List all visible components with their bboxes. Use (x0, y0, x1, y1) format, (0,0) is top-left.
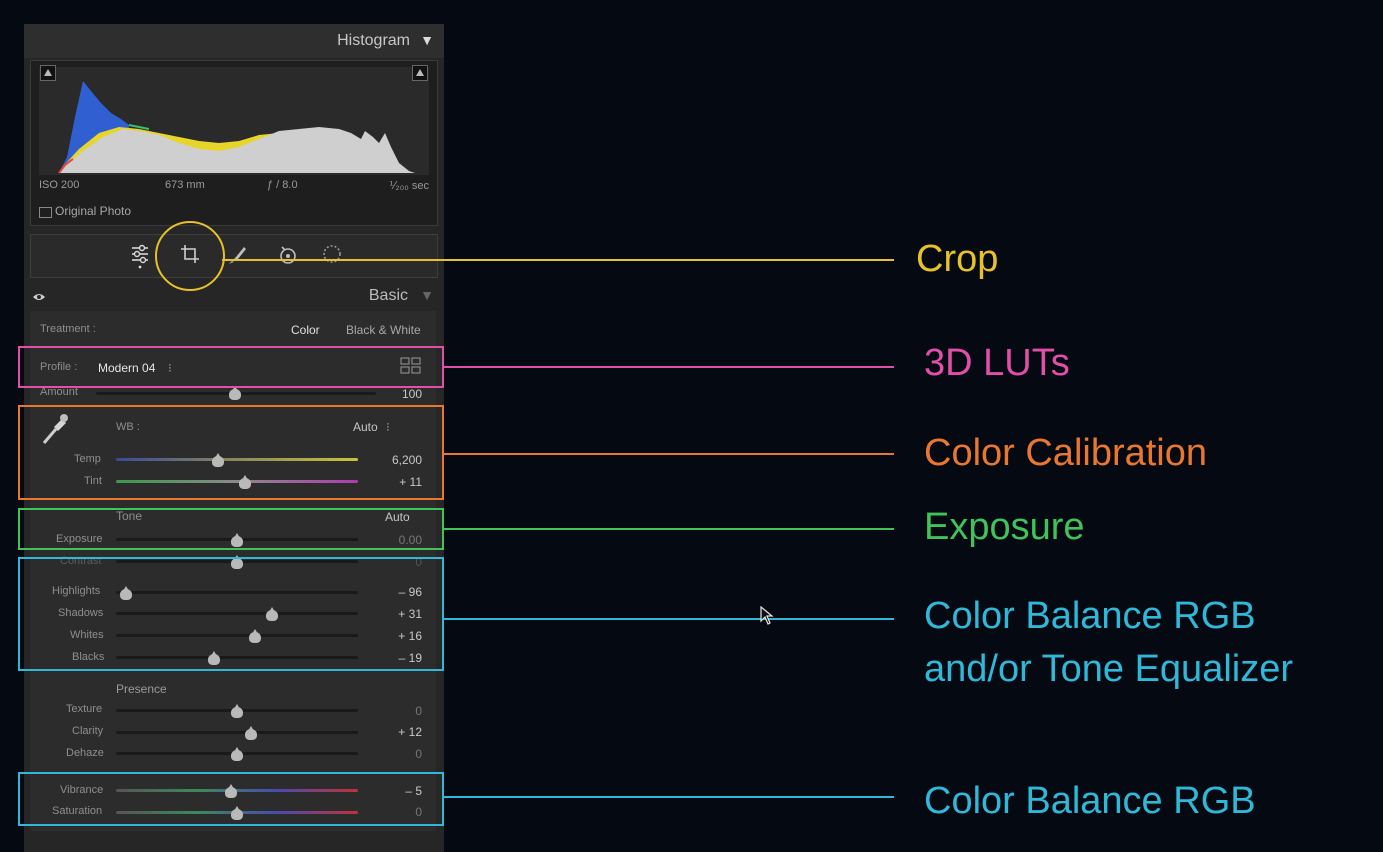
calibration-highlight-box (18, 405, 444, 500)
original-photo-label: Original Photo (55, 204, 132, 218)
collapse-triangle-icon[interactable]: ▼ (420, 287, 434, 303)
treatment-bw-option[interactable]: Black & White (346, 323, 421, 337)
collapse-triangle-icon[interactable]: ▼ (420, 32, 434, 48)
treatment-label: Treatment : (40, 323, 96, 335)
histogram-title: Histogram (337, 32, 410, 49)
clarity-slider[interactable] (116, 731, 358, 734)
balance-annotation: Color Balance RGB (924, 780, 1256, 822)
balance-connector-line (444, 796, 894, 798)
original-photo-checkbox[interactable] (39, 207, 52, 218)
clarity-value[interactable]: + 12 (372, 725, 422, 739)
crop-highlight-circle (155, 221, 225, 291)
basic-header[interactable]: Basic ▼ (24, 283, 444, 309)
texture-label: Texture (66, 703, 103, 715)
shutter-readout: ⅟₂₀₀ sec (389, 180, 429, 192)
tone-highlight-box (18, 557, 444, 671)
brush-icon[interactable] (227, 243, 249, 265)
presence-label: Presence (116, 682, 167, 696)
aperture-readout: ƒ / 8.0 (267, 179, 298, 191)
exposure-highlight-box (18, 508, 444, 550)
calibration-annotation: Color Calibration (924, 432, 1208, 474)
eye-icon[interactable] (32, 289, 46, 307)
balance-highlight-box (18, 772, 444, 826)
sliders-icon[interactable] (129, 243, 151, 269)
exposure-connector-line (444, 528, 894, 530)
crop-annotation: Crop (916, 238, 999, 280)
treatment-color-option[interactable]: Color (291, 323, 320, 337)
histogram-graph (39, 67, 429, 175)
clarity-label: Clarity (72, 725, 104, 737)
radial-mask-icon[interactable] (321, 243, 343, 265)
luts-highlight-box (18, 346, 444, 388)
dehaze-label: Dehaze (66, 747, 104, 759)
balance-tone-annotation-line1: Color Balance RGB (924, 595, 1256, 637)
amount-value[interactable]: 100 (372, 387, 422, 401)
balance-tone-annotation-line2: and/or Tone Equalizer (924, 648, 1293, 690)
calibration-connector-line (444, 453, 894, 455)
texture-value[interactable]: 0 (372, 704, 422, 718)
exposure-annotation: Exposure (924, 506, 1085, 548)
basic-title: Basic (368, 287, 408, 304)
histogram-header[interactable]: Histogram ▼ (24, 24, 444, 58)
luts-connector-line (444, 366, 894, 368)
healing-icon[interactable] (277, 243, 299, 265)
tool-strip (30, 234, 438, 278)
shadow-clipping-icon[interactable] (40, 65, 56, 81)
histogram: ISO 200 673 mm ƒ / 8.0 ⅟₂₀₀ sec Original… (30, 60, 438, 226)
luts-annotation: 3D LUTs (924, 342, 1070, 384)
tone-connector-line (444, 618, 894, 620)
crop-connector-line (222, 259, 894, 261)
dehaze-value[interactable]: 0 (372, 747, 422, 761)
focal-length-readout: 673 mm (165, 179, 205, 191)
highlight-clipping-icon[interactable] (412, 65, 428, 81)
mouse-cursor-icon (760, 606, 774, 625)
iso-readout: ISO 200 (39, 179, 80, 191)
